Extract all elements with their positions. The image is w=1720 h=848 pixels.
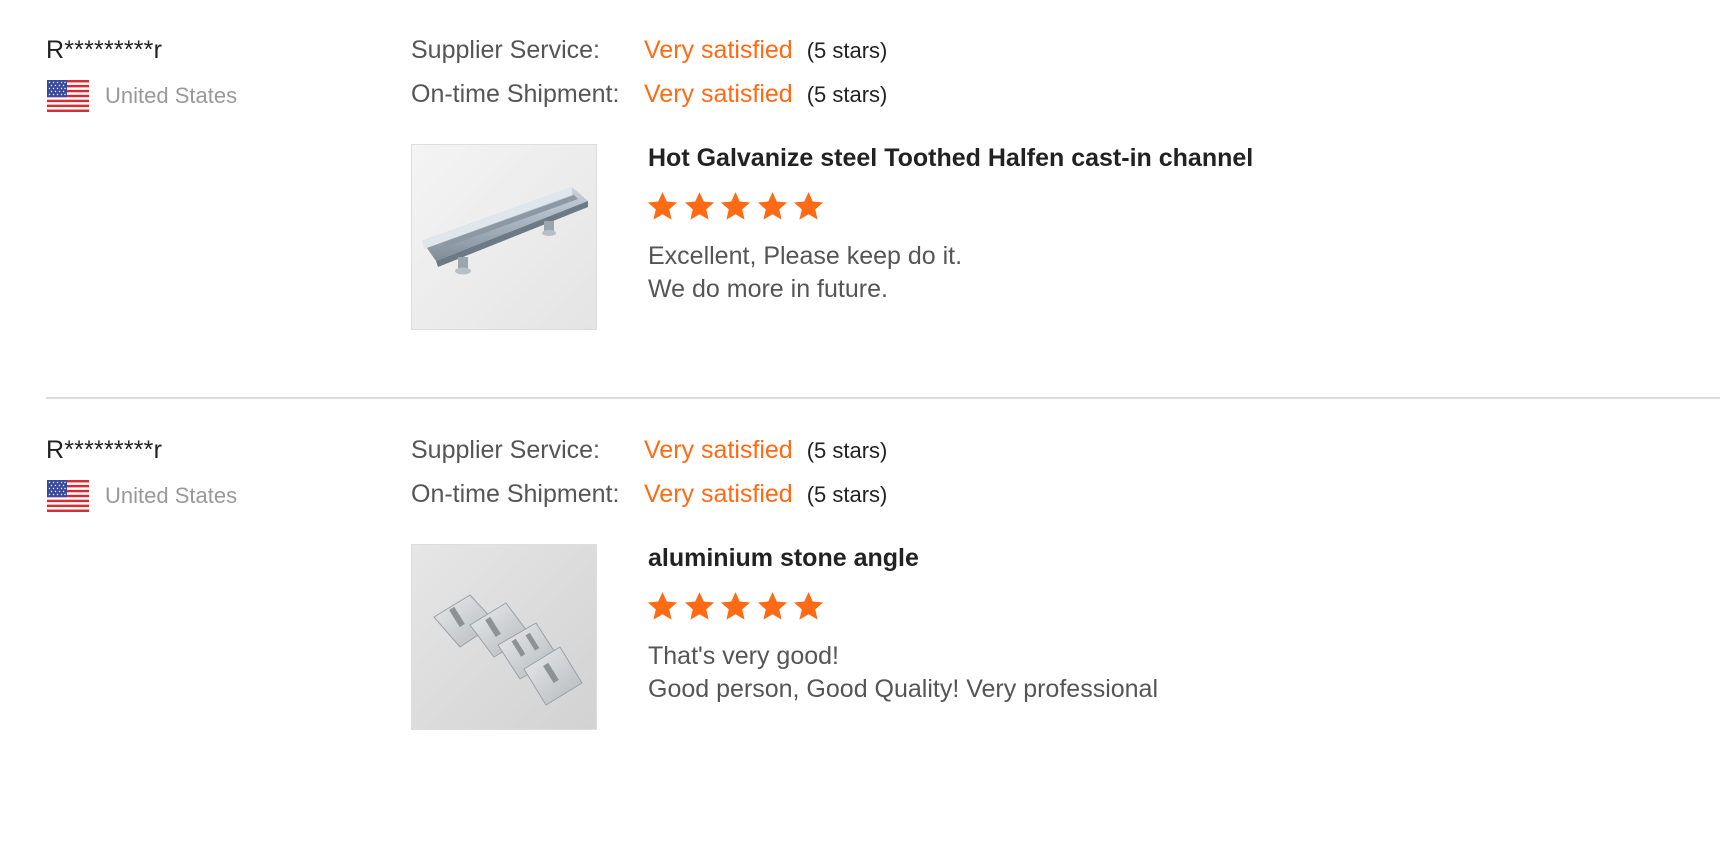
- stone-angle-photo: [412, 545, 596, 729]
- star-icon: [793, 592, 824, 620]
- star-icon: [684, 592, 714, 620]
- comment-line: Good person, Good Quality! Very professi…: [648, 675, 1159, 703]
- reviewer-country: United States: [47, 480, 237, 512]
- country-label: United States: [105, 83, 238, 108]
- star-icon: [647, 192, 678, 220]
- on-time-shipment-rating: On-time Shipment: Very satisfied (5 star…: [411, 480, 887, 509]
- rating-value: Very satisfied: [644, 80, 793, 108]
- rating-stars-text: (5 stars): [806, 82, 888, 107]
- star-icon: [720, 592, 751, 620]
- star-rating: [646, 590, 829, 623]
- star-icon: [793, 192, 824, 220]
- review-comment: That's very good! Good person, Good Qual…: [648, 640, 1158, 706]
- star-icon: [720, 192, 751, 220]
- comment-line: We do more in future.: [648, 275, 888, 303]
- cast-in-channel-photo: [412, 145, 596, 329]
- comment-line: Excellent, Please keep do it.: [648, 242, 963, 270]
- rating-value: Very satisfied: [644, 36, 793, 64]
- on-time-shipment-rating: On-time Shipment: Very satisfied (5 star…: [411, 80, 887, 109]
- country-label: United States: [105, 483, 238, 508]
- star-icon: [757, 592, 787, 620]
- rating-label: On-time Shipment:: [411, 480, 620, 508]
- rating-label: On-time Shipment:: [411, 80, 620, 108]
- review-divider: [46, 397, 1720, 399]
- product-thumbnail[interactable]: [411, 544, 597, 730]
- product-title[interactable]: Hot Galvanize steel Toothed Halfen cast-…: [648, 144, 1253, 173]
- rating-stars-text: (5 stars): [806, 482, 888, 507]
- rating-value: Very satisfied: [644, 436, 793, 464]
- supplier-service-rating: Supplier Service: Very satisfied (5 star…: [411, 36, 887, 65]
- review-comment: Excellent, Please keep do it. We do more…: [648, 240, 962, 306]
- supplier-service-rating: Supplier Service: Very satisfied (5 star…: [411, 436, 887, 465]
- star-rating: [646, 190, 829, 223]
- us-flag-icon: [47, 480, 89, 512]
- product-thumbnail[interactable]: [411, 144, 597, 330]
- rating-stars-text: (5 stars): [806, 438, 888, 463]
- comment-line: That's very good!: [648, 642, 839, 670]
- star-icon: [647, 592, 678, 620]
- reviewer-name: R*********r: [46, 436, 163, 464]
- star-icon: [757, 192, 787, 220]
- rating-label: Supplier Service:: [411, 36, 600, 64]
- product-title[interactable]: aluminium stone angle: [648, 544, 919, 573]
- reviewer-country: United States: [47, 80, 237, 112]
- rating-label: Supplier Service:: [411, 436, 600, 464]
- us-flag-icon: [47, 80, 89, 112]
- rating-value: Very satisfied: [644, 480, 793, 508]
- reviewer-name: R*********r: [46, 36, 163, 64]
- rating-stars-text: (5 stars): [806, 38, 888, 63]
- star-icon: [684, 192, 714, 220]
